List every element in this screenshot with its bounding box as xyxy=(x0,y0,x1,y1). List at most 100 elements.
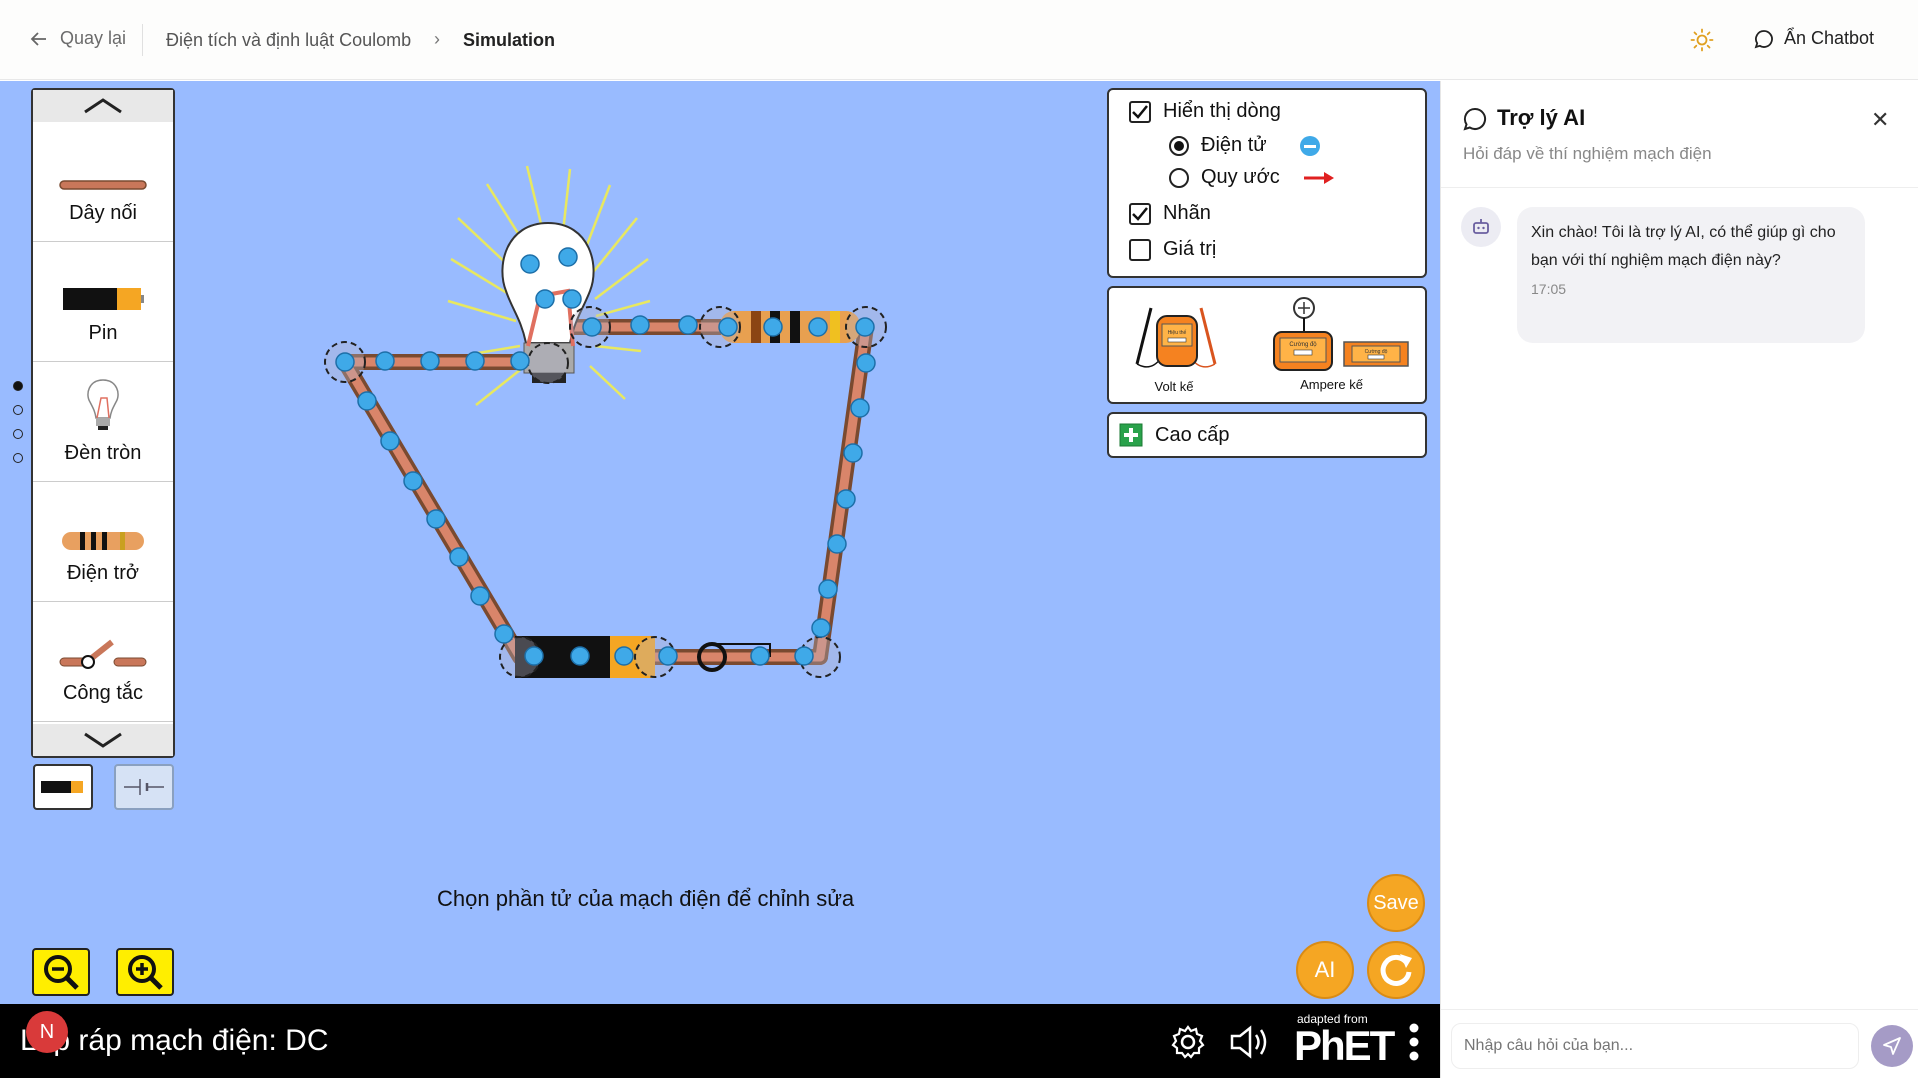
advanced-toggle[interactable]: Cao cấp xyxy=(1119,423,1230,447)
bot-avatar xyxy=(1461,207,1501,247)
save-button[interactable]: Save xyxy=(1367,874,1425,932)
conventional-radio[interactable]: Quy ước xyxy=(1169,166,1336,189)
electron-icon xyxy=(1299,135,1320,156)
zoom-out-button[interactable] xyxy=(32,948,90,996)
battery-icon xyxy=(41,781,83,793)
back-button[interactable]: Quay lại xyxy=(30,28,126,49)
wire-icon xyxy=(59,180,147,190)
chat-input[interactable] xyxy=(1451,1023,1859,1069)
voltmeter-icon: Hiệu thế xyxy=(1135,307,1217,368)
hide-chatbot-label: Ẩn Chatbot xyxy=(1784,28,1875,48)
robot-icon xyxy=(1473,219,1489,234)
checkbox[interactable] xyxy=(1129,238,1151,261)
zoom-out-icon xyxy=(44,955,79,990)
lifelike-view-button[interactable] xyxy=(33,764,93,810)
toolbox-item-label: Dây nối xyxy=(69,202,137,224)
chevron-up-icon xyxy=(84,98,122,114)
voltmeter-label: Volt kế xyxy=(1154,379,1194,394)
ammeter-probe-screen-text: Cường độ xyxy=(1364,349,1387,355)
toolbox-item-switch[interactable]: Công tắc xyxy=(33,602,173,722)
wires[interactable] xyxy=(337,319,874,665)
schematic-view-button[interactable] xyxy=(114,764,174,810)
ai-assistant-panel: Trợ lý AI Hỏi đáp về thí nghiệm mạch điệ… xyxy=(1440,81,1918,1078)
zoom-in-icon xyxy=(128,955,163,990)
advanced-accordion[interactable]: Cao cấp xyxy=(1107,412,1427,458)
toolbox-item-resistor[interactable]: Điện trở xyxy=(33,482,173,602)
send-button[interactable] xyxy=(1871,1025,1913,1067)
labels-checkbox[interactable]: Nhãn xyxy=(1129,202,1211,225)
schematic-battery-icon xyxy=(124,779,164,795)
ammeter-tool[interactable]: Cường độ Cường độ Ampere kế xyxy=(1249,294,1414,392)
phet-logo[interactable]: PhET xyxy=(1294,1022,1395,1070)
hide-chatbot-button[interactable]: Ẩn Chatbot xyxy=(1754,28,1874,49)
advanced-label: Cao cấp xyxy=(1155,423,1230,446)
meters-panel: Hiệu thế Volt kế Cường độ Cường độ Amper… xyxy=(1107,286,1427,404)
ammeter-icon: Cường độ Cường độ xyxy=(1272,297,1409,371)
settings-gear-icon[interactable] xyxy=(1170,1024,1206,1060)
bulb-icon xyxy=(87,379,119,430)
chevron-right-icon: › xyxy=(434,29,440,49)
resistor-icon xyxy=(62,532,144,550)
divider xyxy=(1441,1009,1918,1010)
show-current-checkbox[interactable]: Hiển thị dòng xyxy=(1129,100,1281,123)
bot-message-text: Xin chào! Tôi là trợ lý AI, có thể giúp … xyxy=(1531,224,1836,269)
page-dot[interactable] xyxy=(13,429,23,439)
battery-icon xyxy=(63,288,144,310)
conventional-label: Quy ước xyxy=(1201,166,1280,188)
back-label: Quay lại xyxy=(60,28,127,48)
toolbox-item-bulb[interactable]: Đèn tròn xyxy=(33,362,173,482)
ai-panel-title: Trợ lý AI xyxy=(1497,105,1586,130)
page-indicator[interactable] xyxy=(13,381,23,463)
view-options-panel: Hiển thị dòng Điện tử Quy ước Nhãn Giá t… xyxy=(1107,88,1427,278)
send-icon xyxy=(1883,1037,1901,1055)
check-icon xyxy=(1132,206,1148,221)
reset-button[interactable] xyxy=(1367,941,1425,999)
switch-icon xyxy=(59,639,147,669)
message-icon xyxy=(1463,107,1487,131)
page-dot[interactable] xyxy=(13,381,23,391)
reset-icon xyxy=(1380,954,1412,986)
expand-plus-icon xyxy=(1119,423,1143,447)
message-timestamp: 17:05 xyxy=(1531,281,1567,297)
electron-label: Điện tử xyxy=(1201,134,1267,156)
toolbox-scroll-down-button[interactable] xyxy=(33,724,173,756)
hint-text: Chọn phần tử của mạch điện để chỉnh sửa xyxy=(437,886,855,911)
simulation-area[interactable]: Dây nối Pin Đèn tròn Điện trở Công tắc H… xyxy=(0,81,1440,1004)
more-vertical-icon[interactable] xyxy=(1408,1022,1420,1062)
toolbox-scroll-up-button[interactable] xyxy=(33,90,173,122)
breadcrumb-current: Simulation xyxy=(463,30,556,50)
user-avatar[interactable]: N xyxy=(26,1011,68,1053)
message-icon xyxy=(1754,29,1773,48)
radio[interactable] xyxy=(1169,135,1189,156)
sun-icon[interactable] xyxy=(1690,28,1714,52)
ammeter-screen-text: Cường độ xyxy=(1289,342,1317,348)
toolbox-item-label: Công tắc xyxy=(62,682,144,704)
radio[interactable] xyxy=(1169,167,1189,188)
close-icon[interactable]: ✕ xyxy=(1871,107,1889,133)
breadcrumb-lesson[interactable]: Điện tích và định luật Coulomb xyxy=(166,30,411,51)
page-dot[interactable] xyxy=(13,405,23,415)
arrow-left-icon xyxy=(30,31,46,46)
toolbox-item-label: Pin xyxy=(88,322,118,344)
checkbox[interactable] xyxy=(1129,100,1151,123)
red-arrow-icon xyxy=(1303,171,1334,184)
ai-panel-subtitle: Hỏi đáp về thí nghiệm mạch điện xyxy=(1463,144,1712,163)
component-toolbox: Dây nối Pin Đèn tròn Điện trở Công tắc xyxy=(31,88,175,758)
checkbox[interactable] xyxy=(1129,202,1151,225)
divider xyxy=(142,24,143,56)
electron-radio[interactable]: Điện tử xyxy=(1169,134,1323,157)
zoom-in-button[interactable] xyxy=(116,948,174,996)
values-checkbox[interactable]: Giá trị xyxy=(1129,238,1216,261)
ai-button[interactable]: AI xyxy=(1296,941,1354,999)
show-current-label: Hiển thị dòng xyxy=(1163,100,1281,122)
page-dot[interactable] xyxy=(13,453,23,463)
voltmeter-tool[interactable]: Hiệu thế Volt kế xyxy=(1129,298,1219,394)
check-icon xyxy=(1132,104,1148,119)
toolbox-item-battery[interactable]: Pin xyxy=(33,242,173,362)
chevron-down-icon xyxy=(84,732,122,748)
toolbox-item-label: Điện trở xyxy=(66,562,140,584)
sound-icon[interactable] xyxy=(1228,1024,1272,1060)
toolbox-item-wire[interactable]: Dây nối xyxy=(33,122,173,242)
toolbox-item-label: Đèn tròn xyxy=(64,442,142,464)
electrons xyxy=(335,247,876,666)
